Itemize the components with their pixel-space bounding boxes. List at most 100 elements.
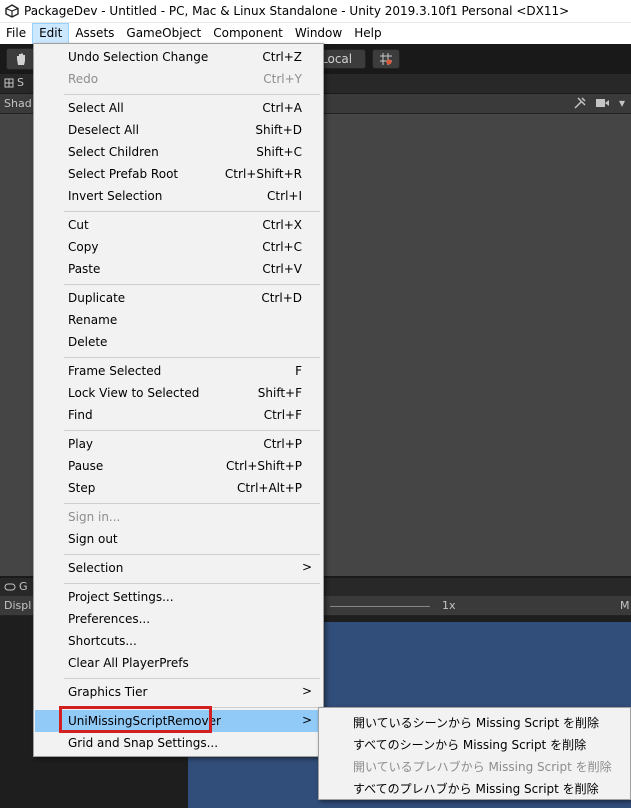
chevron-down-icon[interactable]: ▾ [619, 96, 625, 110]
menu-item-invert-selection[interactable]: Invert Selection Ctrl+I [35, 185, 322, 207]
menu-item-label: Rename [68, 313, 118, 327]
shading-mode-dropdown[interactable]: Shad [4, 97, 32, 110]
hand-tool-button[interactable] [6, 48, 36, 70]
menu-item-label: Select All [68, 101, 124, 115]
menu-item-label: Select Children [68, 145, 159, 159]
menu-item-redo: Redo Ctrl+Y [35, 68, 322, 90]
menu-item-label: Lock View to Selected [68, 386, 200, 400]
submenu-item-label: すべてのプレハブから Missing Script を削除 [353, 782, 599, 796]
menu-item-shortcut: Shift+C [256, 145, 302, 159]
menu-item-label: Invert Selection [68, 189, 163, 203]
menu-item-duplicate[interactable]: Duplicate Ctrl+D [35, 287, 322, 309]
menu-item-pause[interactable]: Pause Ctrl+Shift+P [35, 455, 322, 477]
menu-separator [64, 554, 320, 555]
menu-item-label: UniMissingScriptRemover [68, 714, 221, 728]
submenu-item-remove-open-prefabs: 開いているプレハブから Missing Script を削除 [320, 754, 629, 776]
menu-item-label: Duplicate [68, 291, 126, 305]
menu-item-grid-snap-settings[interactable]: Grid and Snap Settings... [35, 732, 322, 754]
menu-item-shortcut: Ctrl+Shift+P [226, 459, 302, 473]
menu-item-label: Selection [68, 561, 124, 575]
scale-value: 1x [442, 599, 456, 612]
scale-slider[interactable] [330, 606, 430, 607]
menu-item-shortcut: Shift+F [257, 386, 302, 400]
submenu-item-remove-all-scenes[interactable]: すべてのシーンから Missing Script を削除 [320, 732, 629, 754]
menu-item-shortcut: F [295, 364, 302, 378]
menu-window[interactable]: Window [289, 23, 348, 44]
menu-item-shortcut: Ctrl+Z [262, 50, 302, 64]
menu-item-project-settings[interactable]: Project Settings... [35, 586, 322, 608]
menu-item-label: Frame Selected [68, 364, 162, 378]
menu-separator [64, 430, 320, 431]
menu-item-label: Deselect All [68, 123, 139, 137]
menu-item-frame-selected[interactable]: Frame Selected F [35, 360, 322, 382]
menu-gameobject[interactable]: GameObject [120, 23, 207, 44]
submenu-item-remove-open-scenes[interactable]: 開いているシーンから Missing Script を削除 [320, 710, 629, 732]
menu-item-lock-view[interactable]: Lock View to Selected Shift+F [35, 382, 322, 404]
menu-file[interactable]: File [0, 23, 32, 44]
menu-assets[interactable]: Assets [69, 23, 120, 44]
menu-item-sign-in: Sign in... [35, 506, 322, 528]
menu-edit[interactable]: Edit [32, 23, 70, 44]
menu-help[interactable]: Help [348, 23, 387, 44]
unity-logo-icon [4, 3, 20, 19]
menu-item-paste[interactable]: Paste Ctrl+V [35, 258, 322, 280]
menu-item-label: Step [68, 481, 96, 495]
maximize-on-play-toggle[interactable]: M [620, 599, 630, 612]
menu-item-label: Redo [68, 72, 99, 86]
menu-item-shortcut: Ctrl+Shift+R [224, 167, 302, 181]
menu-item-label: Cut [68, 218, 89, 232]
menu-item-find[interactable]: Find Ctrl+F [35, 404, 322, 426]
menu-item-step[interactable]: Step Ctrl+Alt+P [35, 477, 322, 499]
menu-item-label: Graphics Tier [68, 685, 148, 699]
grid-snap-icon [380, 53, 392, 65]
display-dropdown[interactable]: Displ [4, 599, 31, 612]
submenu-item-remove-all-prefabs[interactable]: すべてのプレハブから Missing Script を削除 [320, 776, 629, 798]
menu-item-play[interactable]: Play Ctrl+P [35, 433, 322, 455]
menu-separator [64, 357, 320, 358]
menu-item-label: Preferences... [68, 612, 151, 626]
menu-component[interactable]: Component [207, 23, 289, 44]
menu-item-delete[interactable]: Delete [35, 331, 322, 353]
menu-item-shortcuts[interactable]: Shortcuts... [35, 630, 322, 652]
menu-separator [64, 94, 320, 95]
menu-item-label: Grid and Snap Settings... [68, 736, 219, 750]
menu-item-selection[interactable]: Selection > [35, 557, 322, 579]
tab-scene[interactable]: S [4, 76, 24, 89]
grid-snap-button[interactable] [372, 49, 400, 69]
menu-item-select-all[interactable]: Select All Ctrl+A [35, 97, 322, 119]
menu-separator [64, 678, 320, 679]
hand-icon [17, 53, 25, 65]
menu-separator [64, 583, 320, 584]
tools-icon[interactable] [573, 96, 587, 110]
menu-item-graphics-tier[interactable]: Graphics Tier > [35, 681, 322, 703]
menu-item-rename[interactable]: Rename [35, 309, 322, 331]
menu-separator [64, 284, 320, 285]
menu-item-shortcut: Ctrl+C [262, 240, 302, 254]
submenu-item-label: すべてのシーンから Missing Script を削除 [353, 738, 587, 752]
menu-item-unimissingscriptremover[interactable]: UniMissingScriptRemover > [35, 710, 322, 732]
menu-item-clear-playerprefs[interactable]: Clear All PlayerPrefs [35, 652, 322, 674]
tab-scene-label: S [17, 76, 24, 89]
edit-menu: Undo Selection Change Ctrl+Z Redo Ctrl+Y S… [33, 43, 324, 757]
menu-separator [64, 707, 320, 708]
menu-item-label: Sign in... [68, 510, 121, 524]
submenu-item-label: 開いているプレハブから Missing Script を削除 [353, 760, 612, 774]
menu-item-copy[interactable]: Copy Ctrl+C [35, 236, 322, 258]
menu-item-shortcut: Ctrl+Alt+P [237, 481, 302, 495]
menu-item-select-children[interactable]: Select Children Shift+C [35, 141, 322, 163]
menu-item-label: Clear All PlayerPrefs [68, 656, 189, 670]
menu-item-sign-out[interactable]: Sign out [35, 528, 322, 550]
menu-item-preferences[interactable]: Preferences... [35, 608, 322, 630]
tab-game[interactable]: G [4, 580, 28, 593]
menu-item-label: Sign out [68, 532, 118, 546]
submenu-item-label: 開いているシーンから Missing Script を削除 [353, 716, 600, 730]
menu-item-label: Paste [68, 262, 101, 276]
menubar: File Edit Assets GameObject Component Wi… [0, 23, 631, 44]
menu-item-undo[interactable]: Undo Selection Change Ctrl+Z [35, 46, 322, 68]
camera-icon[interactable] [595, 97, 611, 109]
menu-item-label: Pause [68, 459, 104, 473]
menu-item-deselect-all[interactable]: Deselect All Shift+D [35, 119, 322, 141]
menu-item-select-prefab-root[interactable]: Select Prefab Root Ctrl+Shift+R [35, 163, 322, 185]
menu-item-shortcut: Ctrl+V [262, 262, 302, 276]
menu-item-cut[interactable]: Cut Ctrl+X [35, 214, 322, 236]
